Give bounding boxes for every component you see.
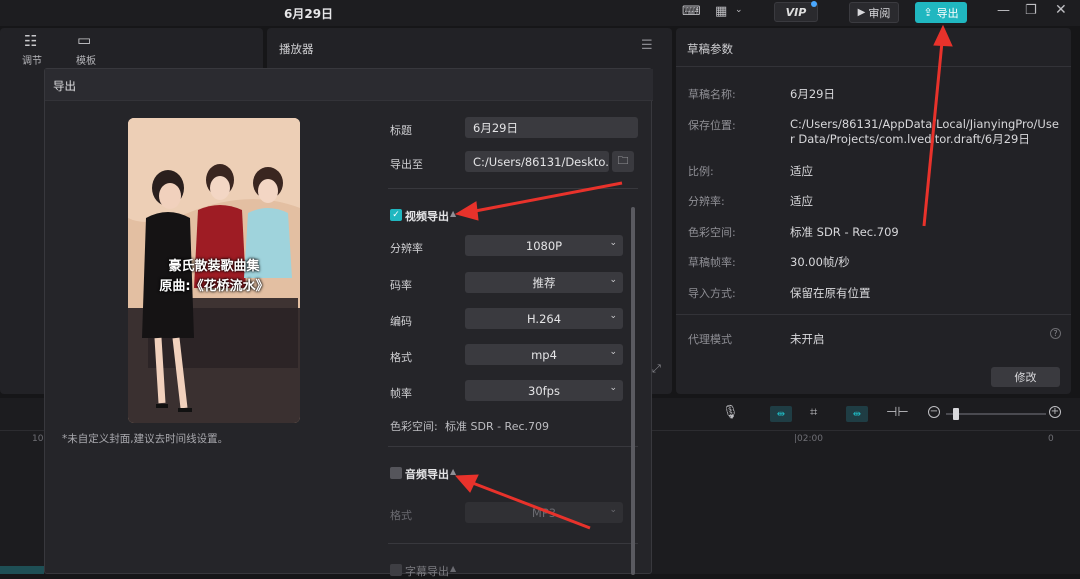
arrow-to-video-export	[469, 181, 623, 214]
arrowhead	[454, 201, 479, 221]
arrow-to-export-button	[922, 41, 944, 227]
annotation-arrows	[454, 24, 953, 530]
arrowhead	[933, 24, 953, 47]
arrow-to-audio-export	[469, 480, 591, 530]
